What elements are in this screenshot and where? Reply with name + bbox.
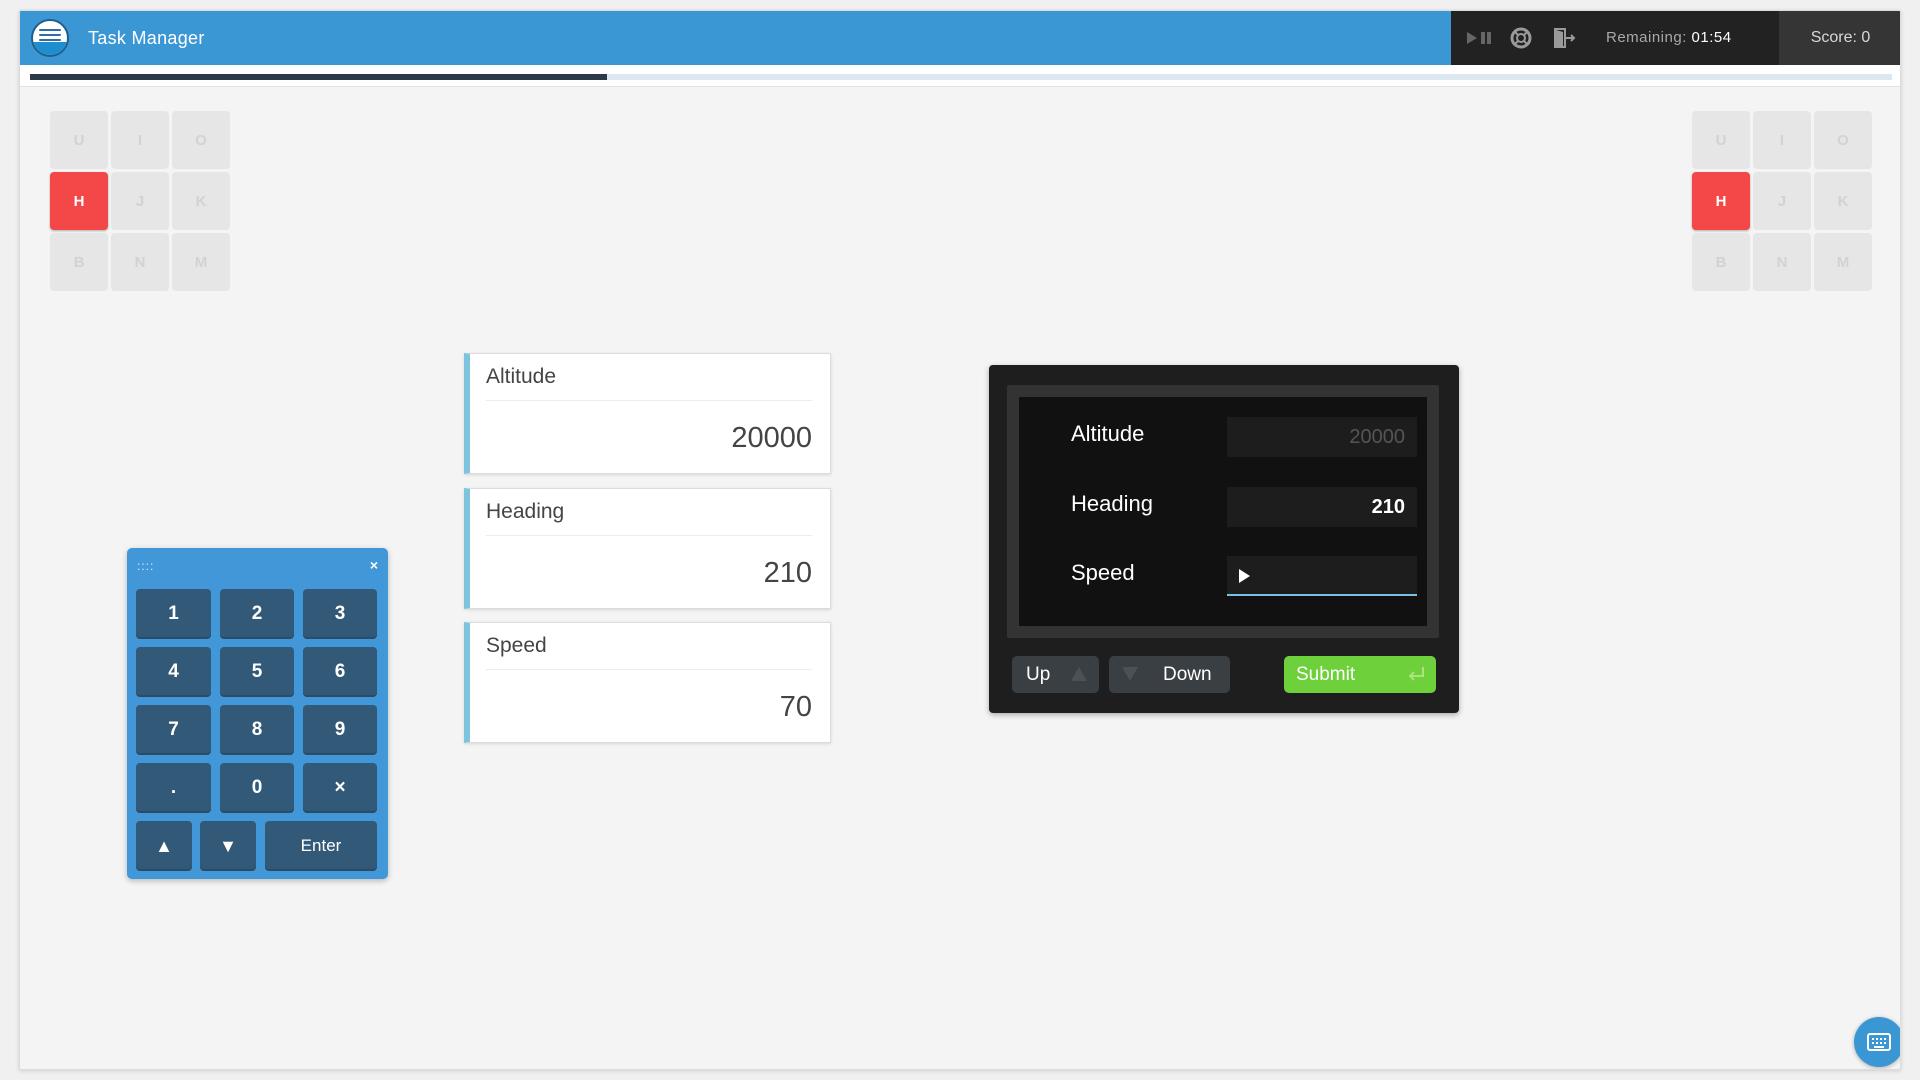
play-pause-icon[interactable] xyxy=(1465,25,1495,51)
key-j: J xyxy=(1753,172,1811,230)
target-card-altitude: Altitude 20000 xyxy=(464,353,831,474)
key-b: B xyxy=(50,233,108,291)
cursor-play-icon xyxy=(1239,569,1250,583)
up-button[interactable]: Up xyxy=(1012,656,1099,693)
progress-track xyxy=(30,74,1892,80)
enter-return-icon xyxy=(1408,667,1424,681)
target-label: Heading xyxy=(486,500,565,523)
key-grid-left: U I O H J K B N M xyxy=(50,111,230,291)
up-label: Up xyxy=(1026,664,1051,685)
app-logo-icon xyxy=(31,19,69,57)
target-card-heading: Heading 210 xyxy=(464,488,831,609)
close-icon[interactable]: × xyxy=(370,557,378,573)
key-h: H xyxy=(1692,172,1750,230)
triangle-up-icon xyxy=(1071,667,1087,681)
numpad-up-button[interactable]: ▲ xyxy=(136,821,192,871)
numpad-key-2[interactable]: 2 xyxy=(220,589,294,639)
keyboard-icon xyxy=(1867,1033,1891,1051)
title-bar: Task Manager Remaining: 01:54 Score: 0 xyxy=(20,11,1900,65)
key-n: N xyxy=(1753,233,1811,291)
target-card-speed: Speed 70 xyxy=(464,622,831,743)
divider xyxy=(486,669,812,670)
key-b: B xyxy=(1692,233,1750,291)
key-n: N xyxy=(111,233,169,291)
target-label: Speed xyxy=(486,634,547,657)
key-m: M xyxy=(1814,233,1872,291)
heading-label: Heading xyxy=(1071,491,1153,516)
speed-field[interactable] xyxy=(1227,556,1417,596)
remaining-timer: Remaining: 01:54 xyxy=(1606,11,1732,65)
down-label: Down xyxy=(1163,664,1212,685)
key-k: K xyxy=(1814,172,1872,230)
progress-fill xyxy=(30,74,608,80)
speed-label: Speed xyxy=(1071,560,1135,585)
numpad-key-3[interactable]: 3 xyxy=(303,589,377,639)
drag-handle-icon[interactable]: :::: xyxy=(137,559,154,573)
lifebuoy-icon[interactable] xyxy=(1509,25,1533,51)
key-j: J xyxy=(111,172,169,230)
target-value: 20000 xyxy=(731,422,812,454)
progress-bar xyxy=(20,65,1900,87)
numpad-enter-button[interactable]: Enter xyxy=(265,821,377,871)
target-value: 70 xyxy=(779,691,812,723)
key-u: U xyxy=(50,111,108,169)
entry-panel: Altitude 20000 Heading 210 Speed Up Down… xyxy=(989,365,1459,713)
key-u: U xyxy=(1692,111,1750,169)
key-m: M xyxy=(172,233,230,291)
numeric-keypad: :::: × 1 2 3 4 5 6 7 8 9 . 0 × ▲ ▼ Enter xyxy=(127,548,388,879)
key-k: K xyxy=(172,172,230,230)
task-manager-window: Task Manager Remaining: 01:54 Score: 0 U xyxy=(19,10,1901,1070)
numpad-key-6[interactable]: 6 xyxy=(303,647,377,697)
heading-field[interactable]: 210 xyxy=(1227,487,1417,527)
remaining-label: Remaining: xyxy=(1606,29,1687,46)
exit-door-icon[interactable] xyxy=(1551,25,1577,51)
divider xyxy=(486,535,812,536)
numpad-key-7[interactable]: 7 xyxy=(136,705,211,755)
numpad-key-0[interactable]: 0 xyxy=(220,763,294,813)
numpad-key-4[interactable]: 4 xyxy=(136,647,211,697)
keyboard-toggle-button[interactable] xyxy=(1854,1017,1900,1067)
target-value: 210 xyxy=(763,557,812,589)
key-i: I xyxy=(1753,111,1811,169)
submit-button[interactable]: Submit xyxy=(1284,656,1436,693)
app-title: Task Manager xyxy=(88,28,205,48)
triangle-down-icon xyxy=(1122,667,1138,681)
key-h: H xyxy=(50,172,108,230)
submit-label: Submit xyxy=(1296,664,1356,685)
key-i: I xyxy=(111,111,169,169)
key-o: O xyxy=(172,111,230,169)
entry-panel-bezel: Altitude 20000 Heading 210 Speed xyxy=(1007,385,1439,638)
key-o: O xyxy=(1814,111,1872,169)
numpad-key-5[interactable]: 5 xyxy=(220,647,294,697)
numpad-key-decimal[interactable]: . xyxy=(136,763,211,813)
score-display: Score: 0 xyxy=(1779,11,1900,65)
numpad-down-button[interactable]: ▼ xyxy=(200,821,256,871)
target-label: Altitude xyxy=(486,365,557,388)
remaining-time: 01:54 xyxy=(1691,29,1732,46)
numpad-key-9[interactable]: 9 xyxy=(303,705,377,755)
altitude-field[interactable]: 20000 xyxy=(1227,417,1417,457)
down-button[interactable]: Down xyxy=(1109,656,1230,693)
altitude-label: Altitude xyxy=(1071,421,1145,446)
numpad-key-8[interactable]: 8 xyxy=(220,705,294,755)
entry-panel-screen: Altitude 20000 Heading 210 Speed xyxy=(1019,397,1427,626)
numpad-key-1[interactable]: 1 xyxy=(136,589,211,639)
key-grid-right: U I O H J K B N M xyxy=(1692,111,1872,291)
session-controls: Remaining: 01:54 xyxy=(1451,11,1779,65)
divider xyxy=(486,400,812,401)
numpad-key-clear[interactable]: × xyxy=(303,763,377,813)
